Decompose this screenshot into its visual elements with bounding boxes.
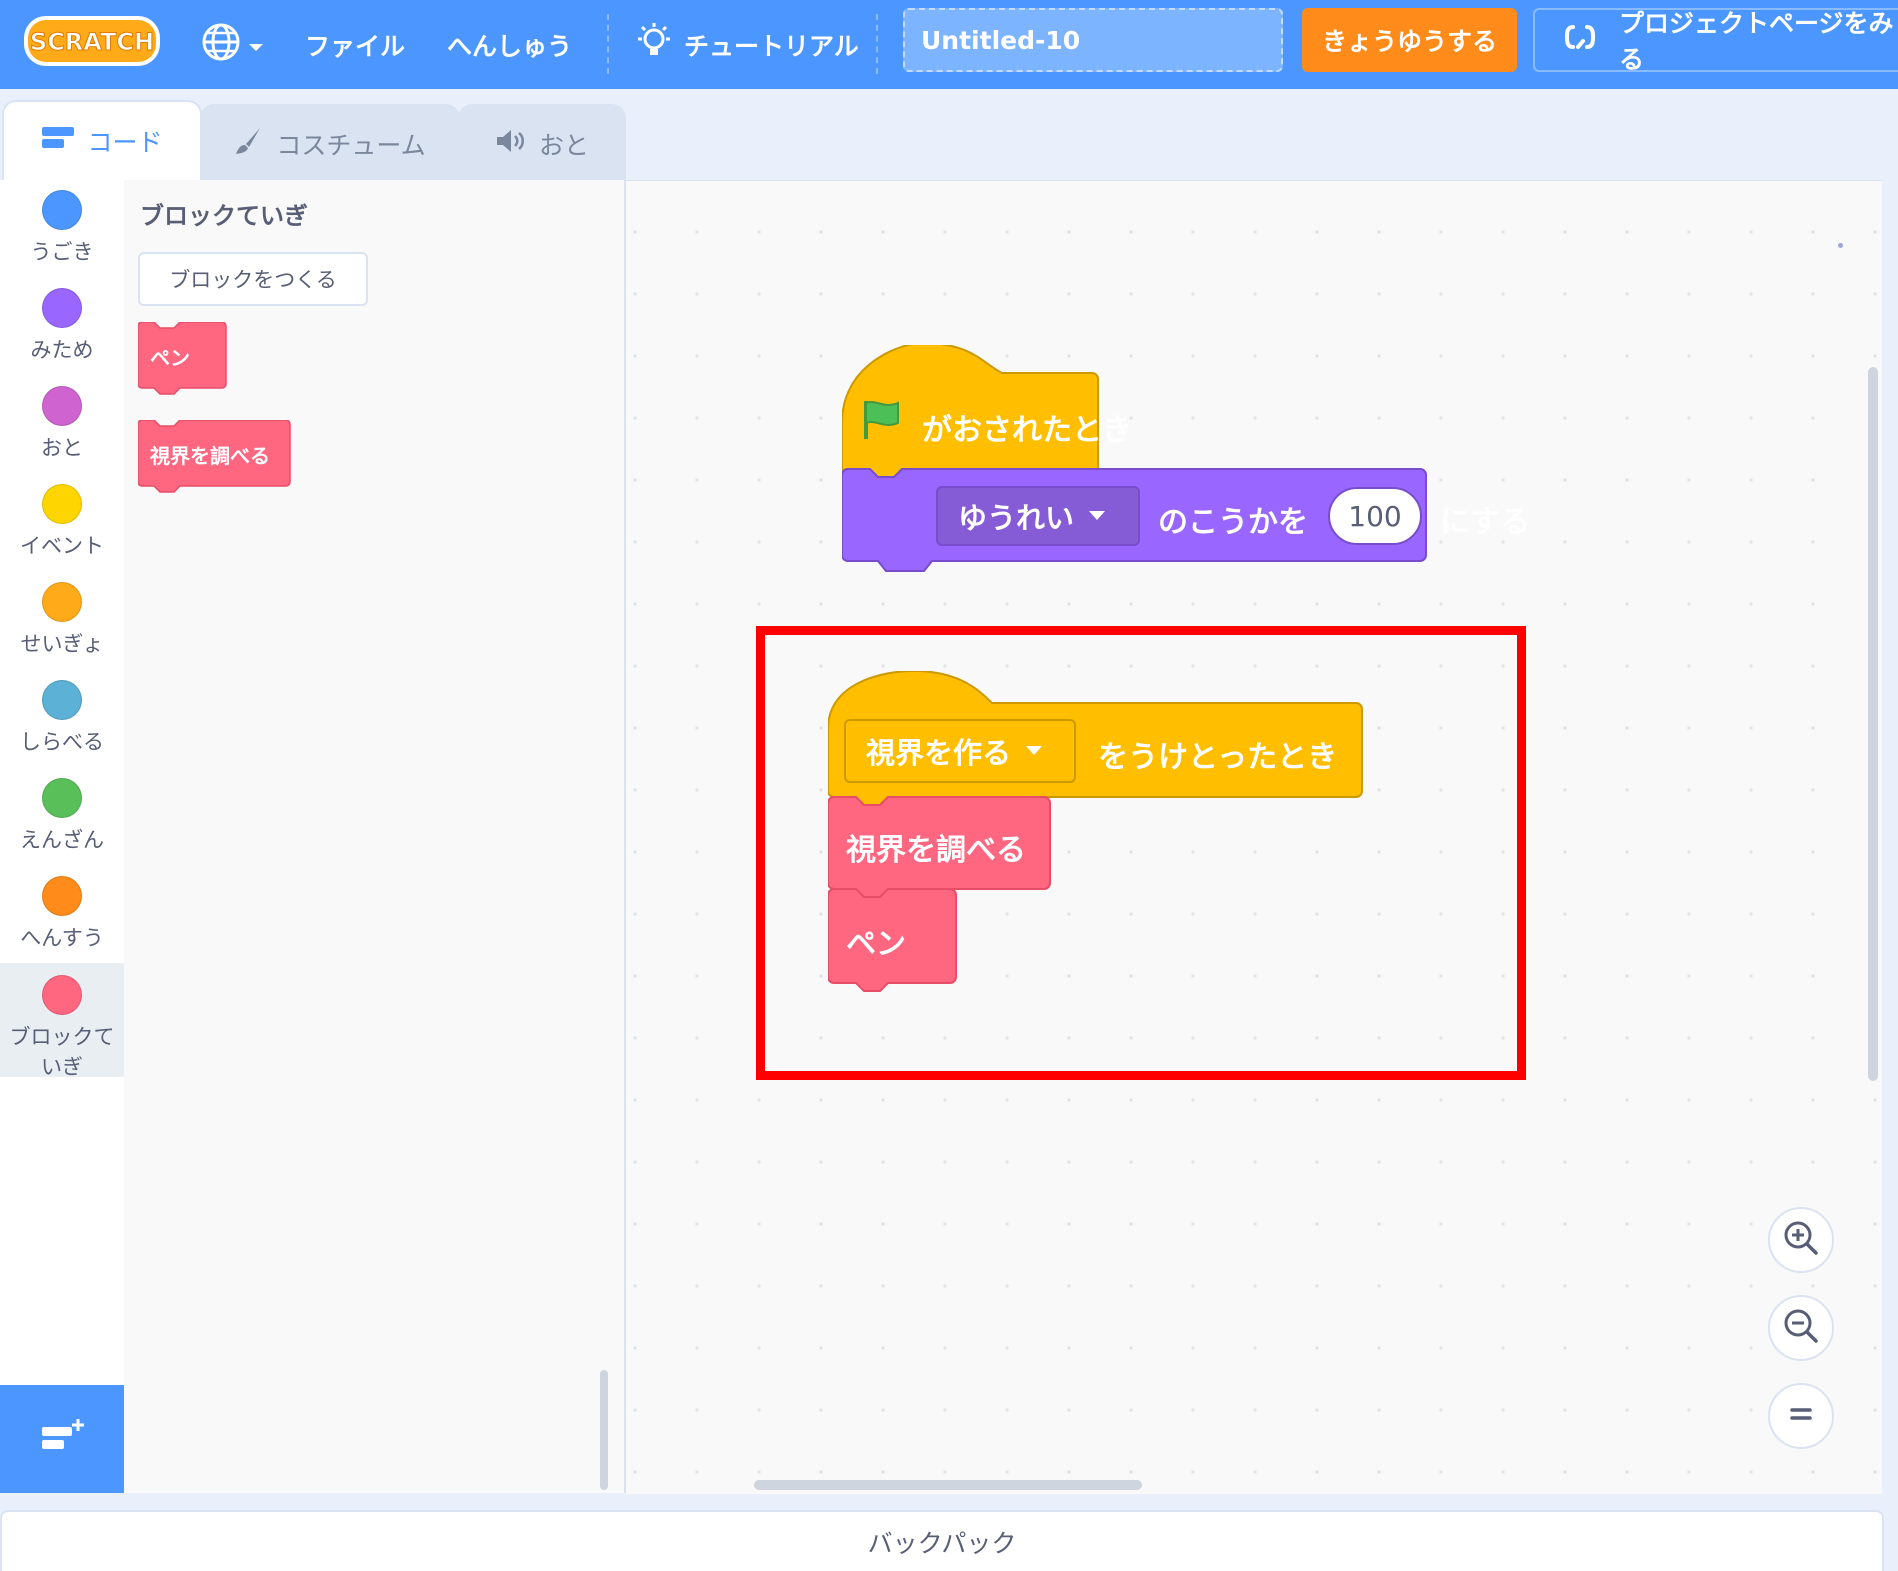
tab-costumes[interactable]: コスチューム: [200, 104, 460, 182]
green-flag-icon: [862, 399, 902, 445]
menu-bar: SCRATCH ファイル へんしゅう チュートリアル Untitled-10 き…: [0, 0, 1898, 89]
hat-label: がおされたとき: [922, 413, 1132, 448]
edit-menu[interactable]: へんしゅう: [447, 0, 572, 89]
zoom-reset-button[interactable]: [1768, 1383, 1834, 1449]
workspace-marker: [1838, 243, 1843, 248]
category-label: ブロックて: [9, 1025, 115, 1049]
category-label: おと: [41, 436, 83, 460]
paintbrush-icon: [234, 126, 264, 162]
workspace-horizontal-scrollbar[interactable]: [754, 1480, 1142, 1490]
effect-text-end: にする: [1440, 505, 1531, 540]
speaker-icon: [495, 128, 527, 160]
category-label: みため: [30, 338, 94, 362]
category-label: いぎ: [41, 1055, 83, 1079]
category-label: しらべる: [20, 730, 104, 754]
workspace-vertical-scrollbar[interactable]: [1868, 367, 1878, 1081]
remix-icon: [1563, 23, 1597, 57]
category-control[interactable]: せいぎょ: [0, 582, 124, 658]
tab-sounds[interactable]: おと: [458, 104, 626, 182]
effect-value-input[interactable]: 100: [1328, 487, 1422, 545]
language-menu[interactable]: [200, 0, 264, 89]
category-motion[interactable]: うごき: [0, 190, 124, 266]
category-menu: うごき みため おと イベント せいぎょ しらべる えんざん へんすう ブロック…: [0, 180, 125, 1385]
tab-costumes-label: コスチューム: [276, 131, 426, 160]
project-title-input[interactable]: Untitled-10: [903, 8, 1283, 72]
category-label: えんざん: [20, 828, 104, 852]
category-dot: [42, 975, 82, 1015]
effect-dropdown-label: ゆうれい: [958, 501, 1075, 535]
category-my-blocks[interactable]: ブロックて いぎ: [0, 963, 124, 1079]
palette-block-label: ペン: [150, 346, 190, 370]
zoom-out-icon: [1782, 1307, 1820, 1349]
menu-separator: [876, 14, 878, 74]
palette-scrollbar[interactable]: [600, 1370, 608, 1490]
logo-text: SCRATCH: [30, 28, 154, 56]
backpack-bar[interactable]: バックパック: [0, 1510, 1884, 1571]
category-sound[interactable]: おと: [0, 386, 124, 462]
zoom-in-button[interactable]: [1768, 1207, 1834, 1273]
tutorial-menu[interactable]: チュートリアル: [636, 0, 859, 89]
caret-down-icon: [248, 30, 264, 59]
palette-block-label: 視界を調べる: [150, 444, 270, 468]
message-dropdown[interactable]: 視界を作る: [844, 719, 1076, 783]
category-events[interactable]: イベント: [0, 484, 124, 560]
category-operators[interactable]: えんざん: [0, 778, 124, 854]
hat-label: をうけとったとき: [1098, 740, 1338, 775]
tab-code[interactable]: コード: [2, 100, 202, 180]
category-dot: [42, 680, 82, 720]
category-dot: [42, 386, 82, 426]
category-dot: [42, 288, 82, 328]
add-extension-button[interactable]: [0, 1385, 124, 1493]
tab-code-label: コード: [87, 128, 163, 157]
effect-dropdown[interactable]: ゆうれい: [936, 486, 1140, 546]
script-workspace[interactable]: がおされたとき ゆうれい のこうかを 100 にする 視界を作る をうけとったと…: [626, 180, 1882, 1494]
category-label: せいぎょ: [20, 632, 104, 656]
category-dot: [42, 190, 82, 230]
script-green-flag[interactable]: [842, 345, 1562, 605]
caret-down-icon: [1025, 742, 1043, 761]
project-page-label: プロジェクトページをみる: [1619, 9, 1894, 74]
globe-icon: [200, 21, 242, 69]
lightbulb-icon: [636, 22, 672, 68]
category-dot: [42, 778, 82, 818]
tutorial-label: チュートリアル: [684, 31, 859, 61]
category-label: うごき: [30, 240, 94, 264]
message-dropdown-label: 視界を作る: [866, 736, 1012, 770]
add-extension-icon: [38, 1417, 86, 1461]
category-label: イベント: [20, 534, 104, 558]
equals-icon: [1786, 1404, 1816, 1428]
zoom-out-button[interactable]: [1768, 1295, 1834, 1361]
category-label: へんすう: [20, 926, 104, 950]
call-block-pen[interactable]: ペン: [846, 919, 906, 963]
category-dot: [42, 876, 82, 916]
category-dot: [42, 484, 82, 524]
category-looks[interactable]: みため: [0, 288, 124, 364]
category-dot: [42, 582, 82, 622]
zoom-in-icon: [1782, 1219, 1820, 1261]
category-variables[interactable]: へんすう: [0, 876, 124, 952]
category-sensing[interactable]: しらべる: [0, 680, 124, 756]
project-page-button[interactable]: プロジェクトページをみる: [1533, 8, 1898, 74]
caret-down-icon: [1088, 507, 1106, 526]
share-button[interactable]: きょうゆうする: [1302, 8, 1517, 72]
palette-section-title: ブロックていぎ: [140, 202, 308, 230]
call-block-check-view[interactable]: 視界を調べる: [846, 825, 1026, 869]
file-menu[interactable]: ファイル: [305, 0, 405, 89]
menu-separator: [607, 14, 609, 74]
code-icon: [41, 125, 75, 157]
make-block-button[interactable]: ブロックをつくる: [138, 252, 368, 306]
effect-text: のこうかを: [1158, 505, 1308, 540]
scratch-logo[interactable]: SCRATCH: [22, 12, 162, 70]
tab-sounds-label: おと: [538, 131, 589, 160]
block-palette: ブロックていぎ ブロックをつくる ペン 視界を調べる: [124, 180, 626, 1493]
